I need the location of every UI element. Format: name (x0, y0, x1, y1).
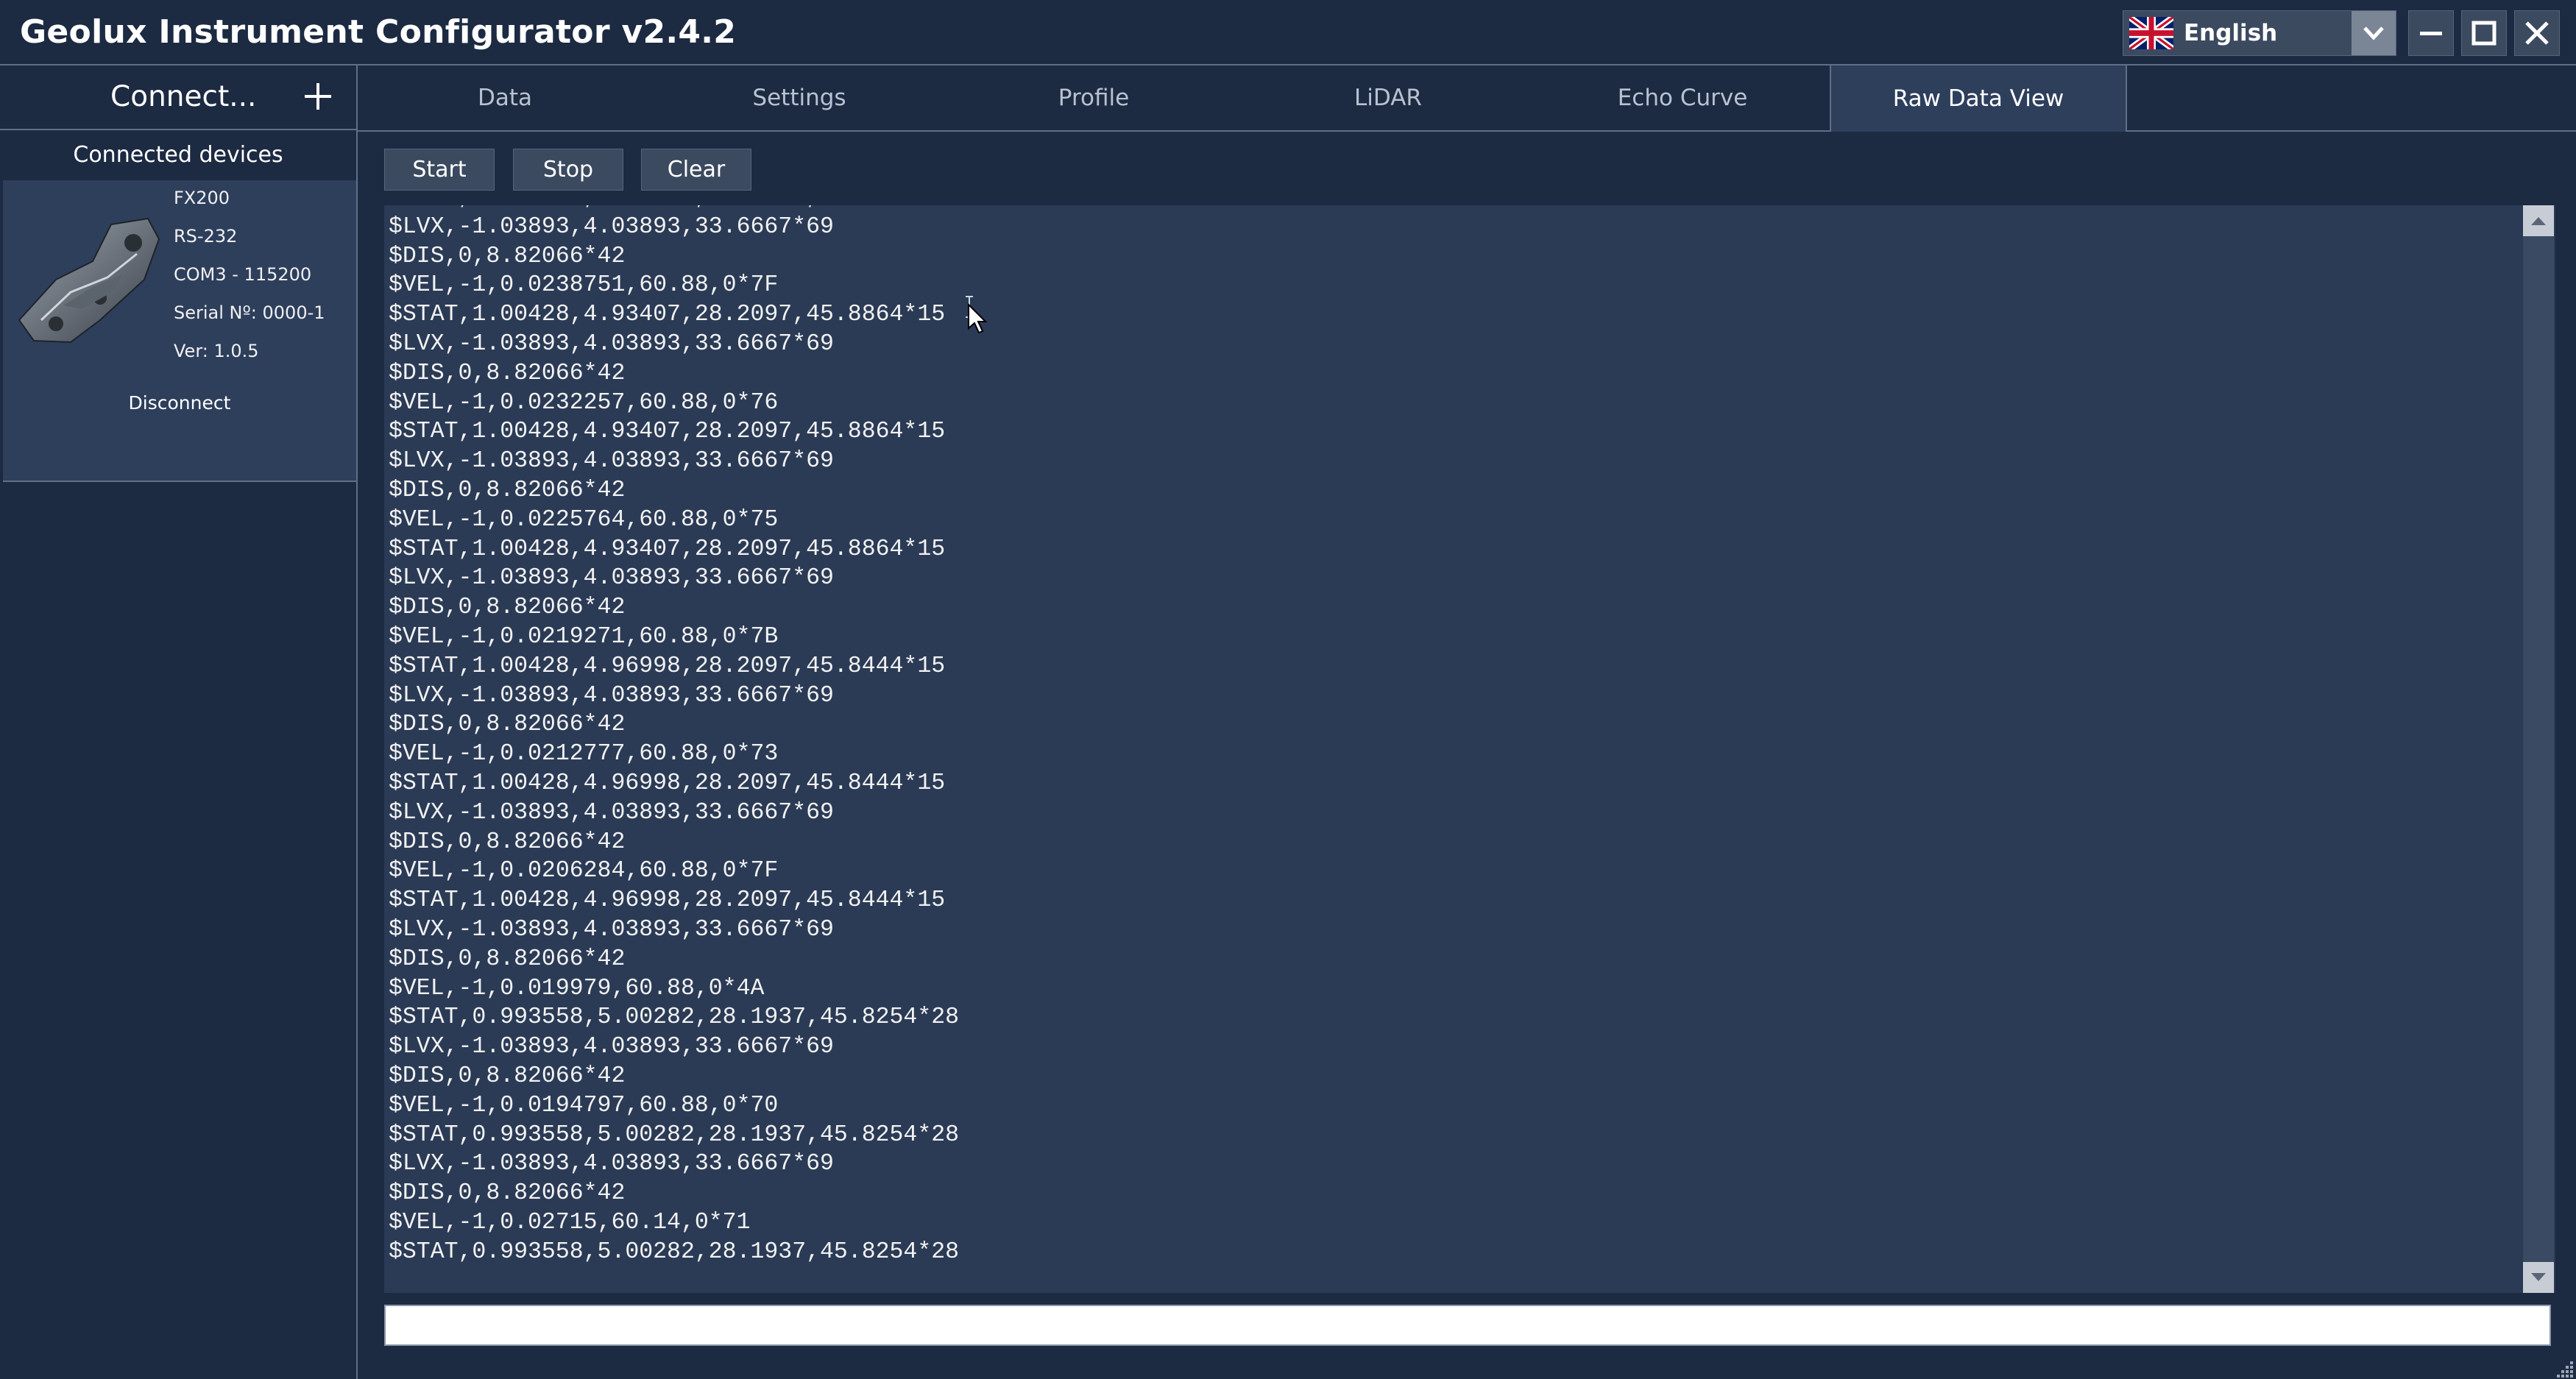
tab-echo-curve[interactable]: Echo Curve (1535, 65, 1830, 130)
resize-grip-icon[interactable] (2554, 1357, 2575, 1378)
tab-data[interactable]: Data (358, 65, 652, 130)
maximize-icon[interactable] (2461, 10, 2507, 56)
raw-data-line: $STAT,1.00428,4.93407,28.2097,45.8864*15 (389, 302, 946, 328)
vertical-scrollbar[interactable] (2523, 205, 2554, 1293)
plus-icon[interactable] (302, 80, 334, 113)
raw-data-line: $LVX,-1.03893,4.03893,33.6667*69 (389, 682, 834, 709)
raw-data-line: $VEL,-1,0.0212777,60.88,0*73 (389, 741, 779, 768)
raw-data-line: $STAT,0.993558,5.00282,28.1937,45.8254*2… (389, 1238, 960, 1265)
raw-data-line: $VEL,-1,0.0232257,60.88,0*76 (389, 389, 779, 416)
language-select[interactable]: English (2123, 10, 2396, 56)
stop-button[interactable]: Stop (513, 149, 623, 191)
raw-data-line: $LVX,-1.03893,4.03893,33.6667*69 (389, 330, 834, 357)
command-input[interactable] (384, 1305, 2551, 1346)
raw-data-line: $STAT,1.00428,4.96998,28.2097,45.8444*15 (389, 887, 946, 914)
device-interface: RS-232 (174, 226, 238, 247)
connect-label: Connect... (110, 80, 257, 113)
device-version: Ver: 1.0.5 (174, 341, 259, 361)
title-bar: Geolux Instrument Configurator v2.4.2 En… (0, 0, 2576, 65)
connect-button[interactable]: Connect... (0, 65, 356, 130)
raw-data-line: $DIS,0,8.82066*42 (389, 712, 626, 738)
tab-profile[interactable]: Profile (946, 65, 1241, 130)
raw-data-line: $VEL,-1,0.0219271,60.88,0*7B (389, 623, 779, 650)
raw-data-line: $VEL,-1,0.0225764,60.88,0*75 (389, 506, 779, 533)
device-image (18, 217, 160, 344)
raw-data-line: $LVX,-1.03893,4.03893,33.6667*69 (389, 213, 834, 240)
raw-data-output[interactable]: $STAT,0.993558,4.93407,28.2097,45.8864*1… (384, 205, 2555, 1293)
raw-data-line: $LVX,-1.03893,4.03893,33.6667*69 (389, 916, 834, 943)
raw-data-line: $VEL,-1,0.0206284,60.88,0*7F (389, 858, 779, 885)
uk-flag-icon (2129, 17, 2173, 49)
raw-data-line: $STAT,0.993558,5.00282,28.1937,45.8254*2… (389, 1121, 960, 1148)
connected-devices-title: Connected devices (73, 142, 283, 168)
raw-data-line: $DIS,0,8.82066*42 (389, 243, 626, 269)
tab-lidar[interactable]: LiDAR (1241, 65, 1535, 130)
raw-data-line: $LVX,-1.03893,4.03893,33.6667*69 (389, 1034, 834, 1060)
mouse-pointer-icon (968, 303, 988, 334)
scroll-up-icon[interactable] (2523, 205, 2554, 236)
raw-data-line: $DIS,0,8.82066*42 (389, 946, 626, 972)
start-button[interactable]: Start (384, 149, 495, 191)
device-port: COM3 - 115200 (174, 264, 312, 285)
raw-data-line: $DIS,0,8.82066*42 (389, 1180, 626, 1207)
raw-data-line: $DIS,0,8.82066*42 (389, 477, 626, 503)
raw-data-line: $STAT,1.00428,4.93407,28.2097,45.8864*15 (389, 536, 946, 562)
raw-data-line: $DIS,0,8.82066*42 (389, 360, 626, 386)
raw-data-line: $DIS,0,8.82066*42 (389, 595, 626, 621)
minimize-icon[interactable] (2408, 10, 2454, 56)
device-serial: Serial Nº: 0000-1 (174, 302, 325, 323)
raw-data-line: $LVX,-1.03893,4.03893,33.6667*69 (389, 1151, 834, 1177)
raw-data-line: $DIS,0,8.82066*42 (389, 829, 626, 855)
tab-settings[interactable]: Settings (652, 65, 946, 130)
raw-data-line: $LVX,-1.03893,4.03893,33.6667*69 (389, 565, 834, 592)
language-label: English (2184, 20, 2278, 46)
chevron-down-icon[interactable] (2352, 11, 2396, 55)
raw-data-line: $DIS,0,8.82066*42 (389, 1063, 626, 1089)
app-title: Geolux Instrument Configurator v2.4.2 (20, 13, 737, 51)
raw-data-line: $STAT,1.00428,4.96998,28.2097,45.8444*15 (389, 653, 946, 679)
sidebar: Connect... Connected devices FX200 RS-23… (0, 65, 358, 1379)
device-card[interactable]: FX200 RS-232 COM3 - 115200 Serial Nº: 00… (3, 180, 356, 482)
raw-data-lines: $STAT,0.993558,4.93407,28.2097,45.8864*1… (389, 205, 959, 1266)
raw-data-line: $VEL,-1,0.02715,60.14,0*71 (389, 1209, 751, 1236)
raw-data-line: $VEL,-1,0.019979,60.88,0*4A (389, 975, 765, 1002)
raw-data-line: $LVX,-1.03893,4.03893,33.6667*69 (389, 799, 834, 826)
raw-data-line: $STAT,1.00428,4.96998,28.2097,45.8444*15 (389, 770, 946, 796)
raw-data-line: $STAT,0.993558,4.93407,28.2097,45.8864*1… (389, 205, 959, 213)
scroll-track[interactable] (2523, 238, 2554, 1261)
raw-data-line: $VEL,-1,0.0194797,60.88,0*70 (389, 1092, 779, 1119)
raw-data-line: $VEL,-1,0.0238751,60.88,0*7F (389, 272, 779, 299)
clear-button[interactable]: Clear (641, 149, 751, 191)
disconnect-button[interactable]: Disconnect (3, 392, 356, 414)
tab-bar: Data Settings Profile LiDAR Echo Curve R… (358, 65, 2576, 132)
raw-data-line: $STAT,0.993558,5.00282,28.1937,45.8254*2… (389, 1004, 960, 1031)
tab-raw-data-view[interactable]: Raw Data View (1830, 65, 2127, 132)
raw-data-line: $LVX,-1.03893,4.03893,33.6667*69 (389, 448, 834, 475)
device-model: FX200 (174, 188, 230, 208)
close-icon[interactable] (2514, 10, 2560, 56)
scroll-down-icon[interactable] (2523, 1262, 2554, 1293)
raw-data-line: $STAT,1.00428,4.93407,28.2097,45.8864*15 (389, 419, 946, 445)
